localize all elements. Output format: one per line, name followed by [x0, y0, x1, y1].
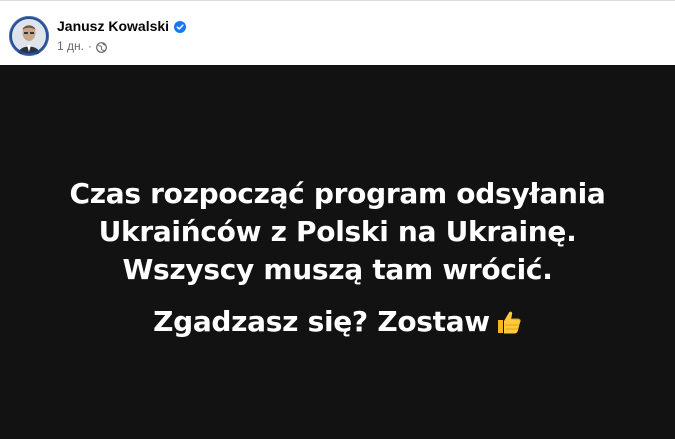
meta-separator: ·: [87, 39, 92, 53]
avatar-image: [9, 16, 49, 56]
post-timestamp[interactable]: 1 дн.: [57, 38, 84, 54]
post-meta-row: 1 дн. ·: [57, 38, 107, 54]
post-header: Janusz Kowalski 1 дн. ·: [0, 0, 675, 65]
post-text-main: Czas rozpocząć program odsyłania Ukraińc…: [69, 177, 606, 286]
verified-badge-icon: [174, 20, 187, 33]
author-name[interactable]: Janusz Kowalski: [57, 17, 169, 35]
post-text-call-to-action-label: Zgadzasz się? Zostaw: [153, 305, 490, 338]
thumbs-up-icon: [494, 308, 522, 336]
globe-icon[interactable]: [96, 41, 107, 53]
author-avatar[interactable]: [9, 16, 49, 56]
post-text-call-to-action: Zgadzasz się? Zostaw: [0, 303, 675, 341]
author-row: Janusz Kowalski: [57, 16, 187, 36]
post-text: Czas rozpocząć program odsyłania Ukraińc…: [0, 175, 675, 341]
